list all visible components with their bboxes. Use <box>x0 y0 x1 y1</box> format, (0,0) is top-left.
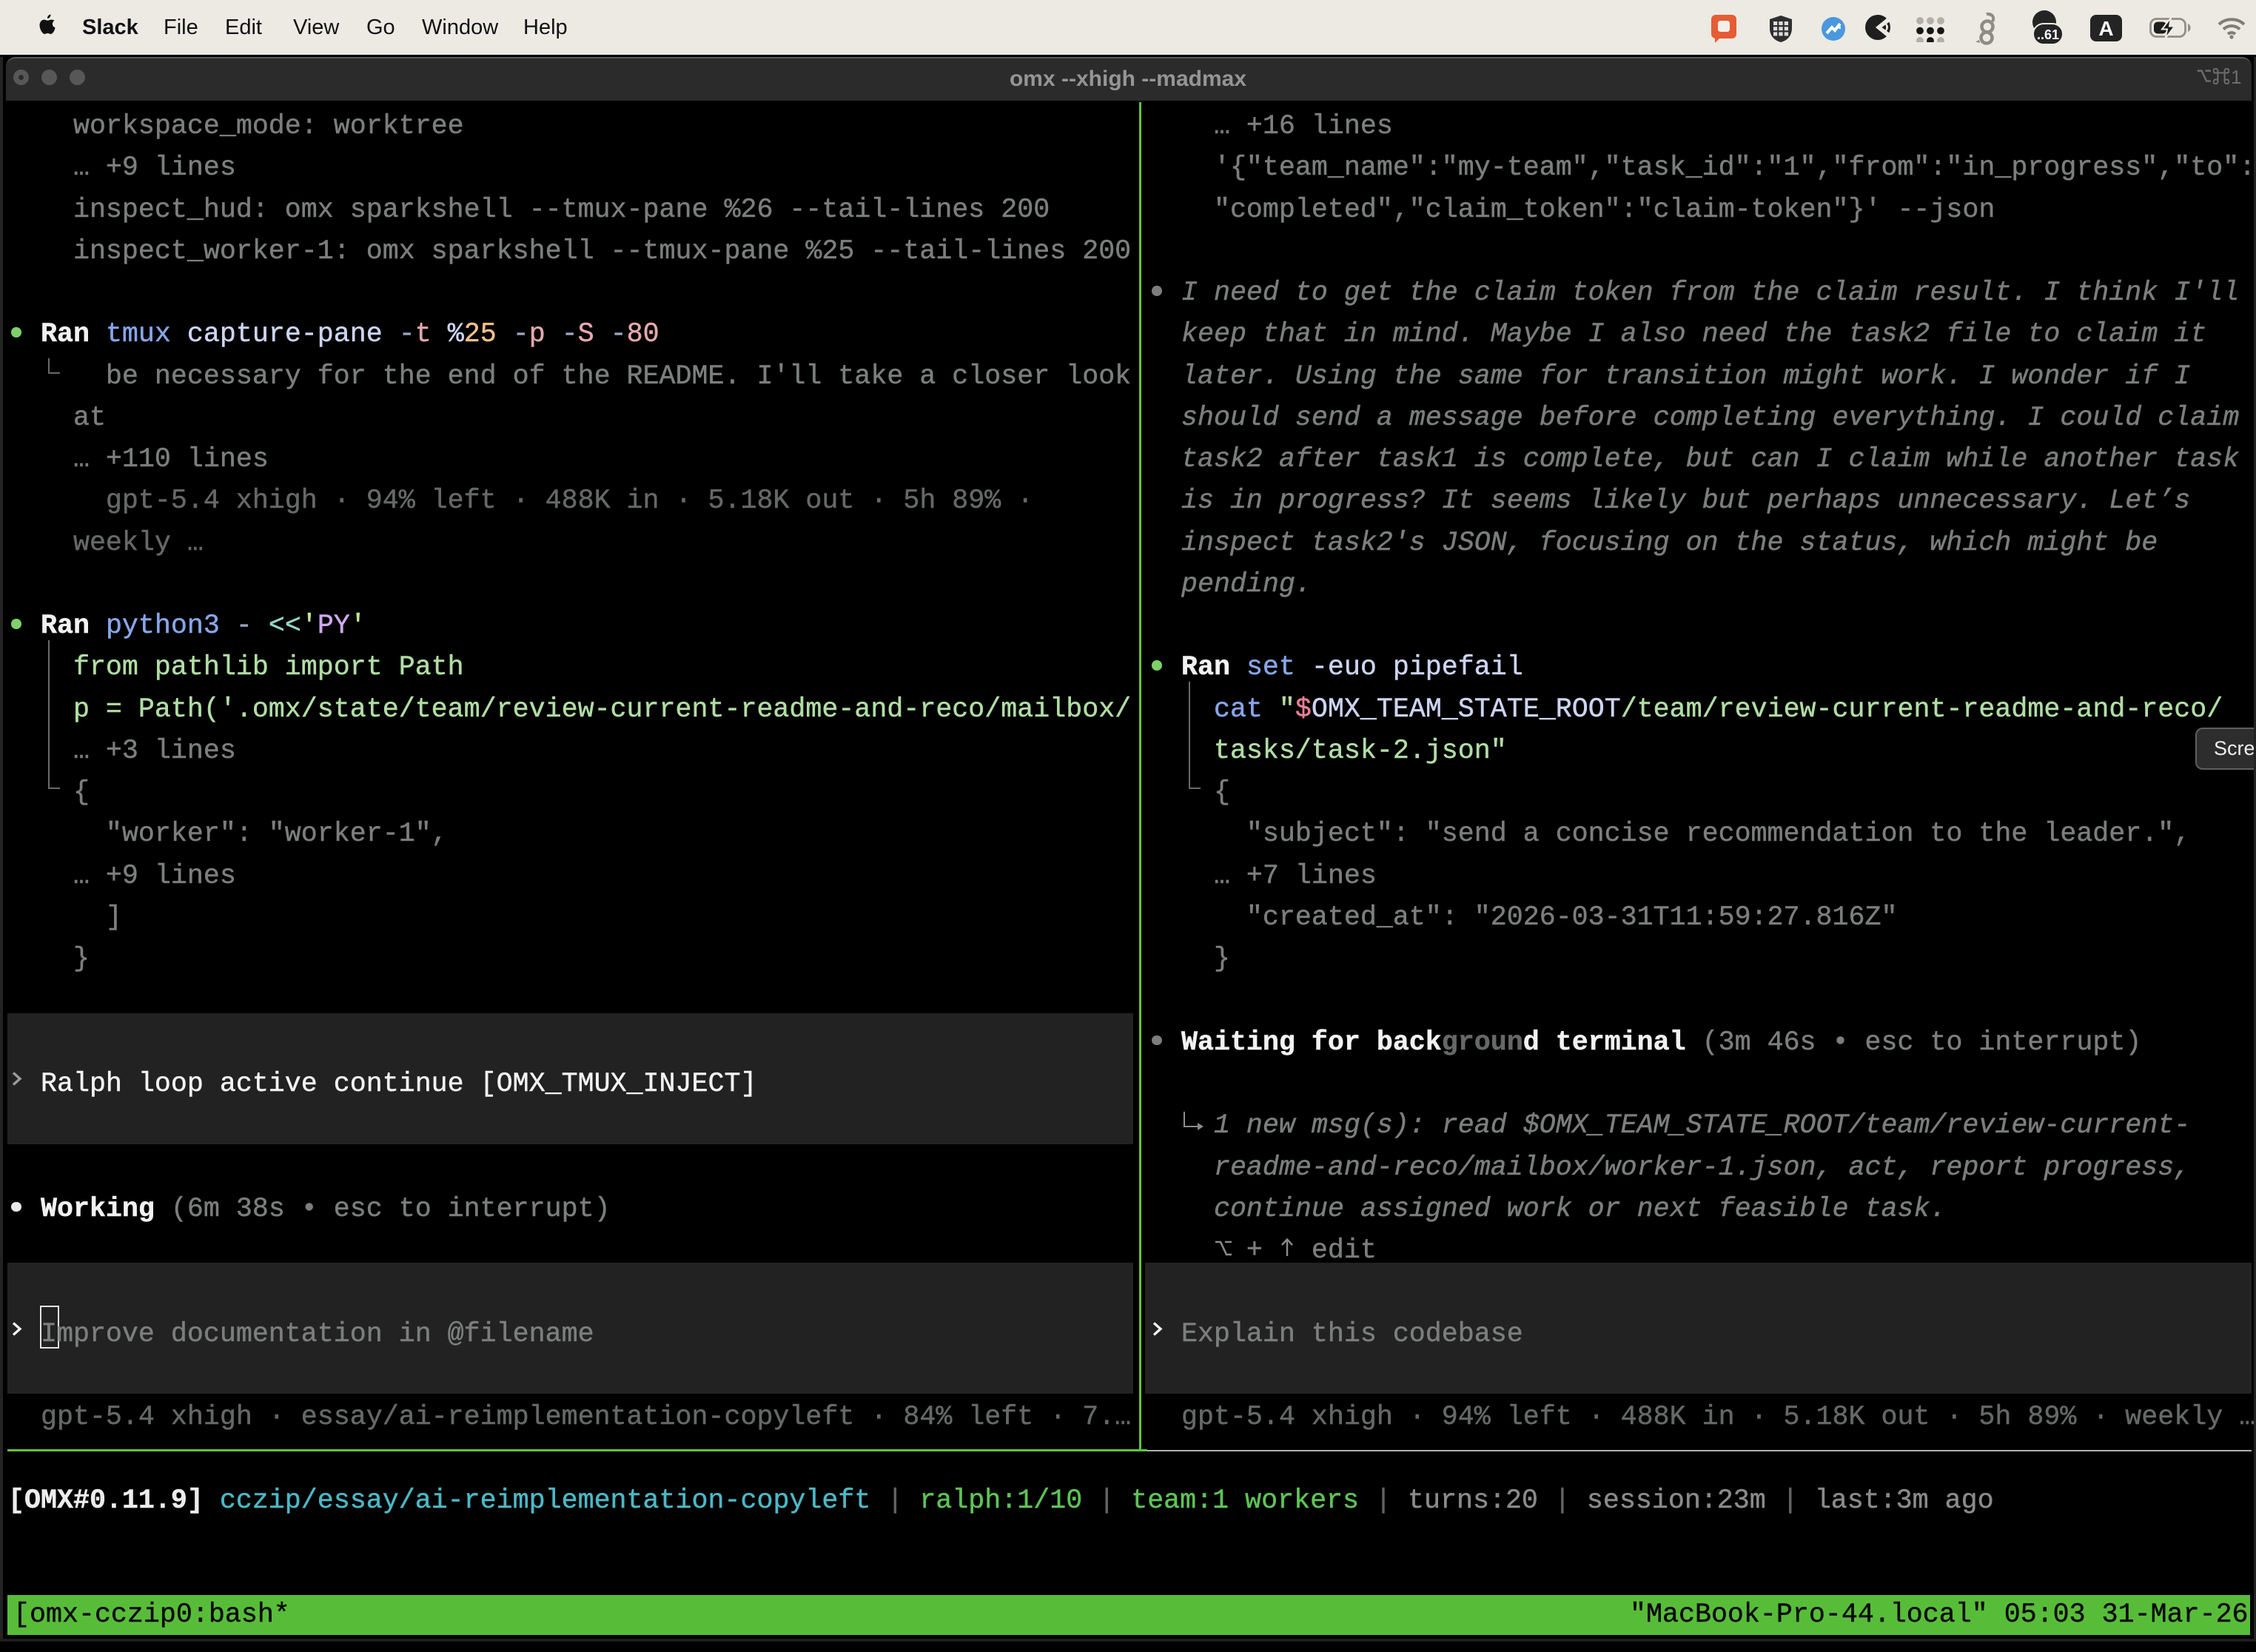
svg-text:..61: ..61 <box>2037 27 2059 42</box>
